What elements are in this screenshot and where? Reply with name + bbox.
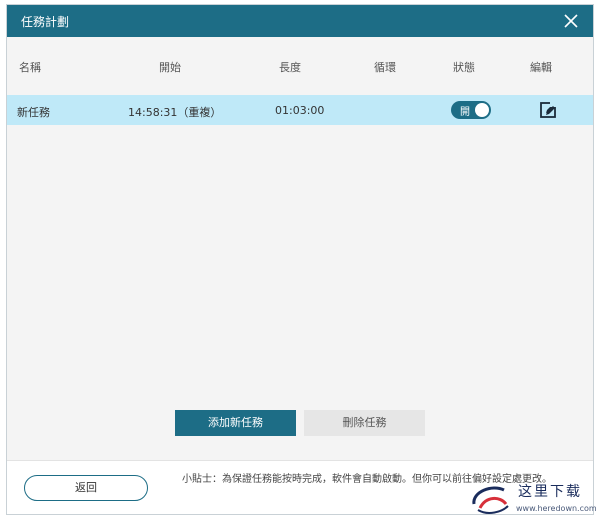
column-header-cycle: 循環	[374, 61, 396, 74]
task-length: 01:03:00	[275, 104, 325, 117]
column-header-status: 狀態	[453, 61, 475, 74]
column-header-length: 長度	[279, 61, 301, 74]
edit-button[interactable]	[538, 99, 560, 121]
status-toggle[interactable]: 開	[451, 101, 491, 119]
task-start: 14:58:31（重複）	[128, 106, 222, 119]
watermark-url: www.heredown.com	[516, 504, 597, 513]
task-table: 名稱 開始 長度 循環 狀態 編輯 新任務 14:58:31（重複） 01:03…	[7, 37, 593, 460]
swirl-logo-icon	[472, 486, 509, 514]
close-button[interactable]	[559, 9, 583, 33]
task-schedule-dialog: 任務計劃 名稱 開始 長度 循環 狀態 編輯 新任務 14:58:31（重複） …	[6, 4, 594, 515]
table-row[interactable]: 新任務 14:58:31（重複） 01:03:00 開	[7, 95, 593, 125]
column-header-start: 開始	[159, 61, 181, 74]
close-icon	[564, 14, 578, 28]
edit-icon	[540, 101, 558, 118]
delete-task-button[interactable]: 刪除任務	[304, 410, 425, 436]
status-toggle-label: 開	[460, 107, 470, 118]
column-header-edit: 編輯	[530, 61, 552, 74]
title-bar: 任務計劃	[7, 5, 593, 37]
watermark-text: 这里下载	[518, 484, 582, 500]
table-header: 名稱 開始 長度 循環 狀態 編輯	[7, 37, 593, 95]
dialog-title: 任務計劃	[21, 15, 70, 29]
add-task-button[interactable]: 添加新任務	[175, 410, 296, 436]
back-button[interactable]: 返回	[24, 475, 148, 501]
column-header-name: 名稱	[19, 61, 41, 74]
toggle-knob	[475, 103, 489, 117]
task-name: 新任務	[17, 106, 50, 119]
watermark-logo: 这里下载 www.heredown.com	[466, 478, 600, 518]
